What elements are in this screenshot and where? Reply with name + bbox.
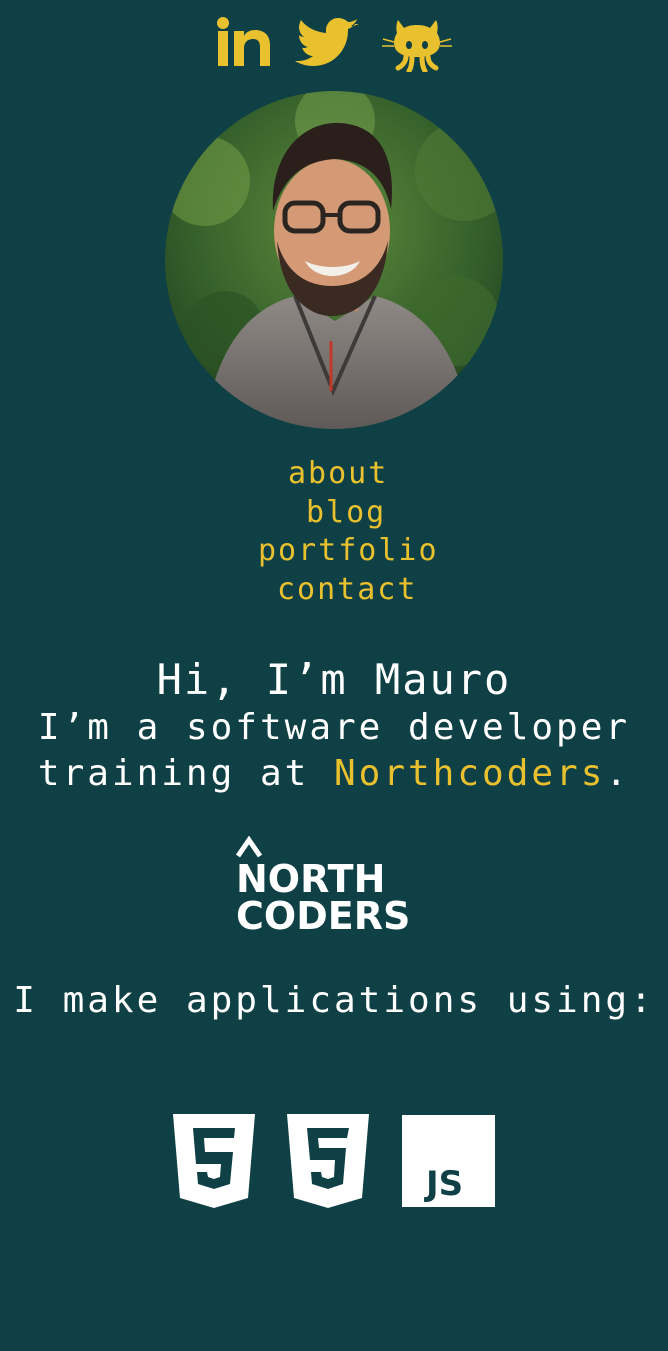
nav-about[interactable]: about <box>288 455 388 493</box>
js-label: JS <box>424 1164 463 1204</box>
javascript-icon: JS <box>402 1115 495 1207</box>
hero-line-2: training at Northcoders. <box>0 751 668 797</box>
linkedin-icon <box>217 17 270 66</box>
main-nav: about blog portfolio contact <box>0 455 668 615</box>
javascript-badge: JS <box>402 1115 495 1207</box>
twitter-icon <box>295 18 359 66</box>
nav-blog[interactable]: blog <box>306 494 386 532</box>
hero-line-2-suffix: . <box>605 753 631 794</box>
github-icon <box>382 20 452 72</box>
profile-photo-illustration <box>165 91 503 429</box>
profile-photo <box>165 91 503 429</box>
css3-icon <box>287 1114 369 1208</box>
caret-icon <box>236 836 263 858</box>
html5-badge <box>173 1114 255 1208</box>
tools-intro: I make applications using: <box>13 980 655 1021</box>
northcoders-link[interactable]: Northcoders <box>334 753 605 794</box>
northcoders-logo-word-2: CODERS <box>236 894 411 938</box>
html5-icon <box>173 1114 255 1208</box>
hero-line-2-prefix: training at <box>37 753 334 794</box>
social-links <box>0 14 668 74</box>
northcoders-logo-word-1: NORTH <box>236 857 386 901</box>
nav-contact[interactable]: contact <box>277 571 417 609</box>
hero-greeting: Hi, I’m Mauro <box>156 655 512 704</box>
css3-badge <box>287 1114 369 1208</box>
hero-line-1: I’m a software developer <box>37 707 631 748</box>
nav-portfolio[interactable]: portfolio <box>258 532 439 570</box>
northcoders-logo: NORTH CODERS <box>236 836 436 938</box>
github-link[interactable] <box>382 16 452 72</box>
linkedin-link[interactable] <box>217 17 271 67</box>
tech-icons: JS <box>0 1113 668 1209</box>
twitter-link[interactable] <box>291 18 361 66</box>
